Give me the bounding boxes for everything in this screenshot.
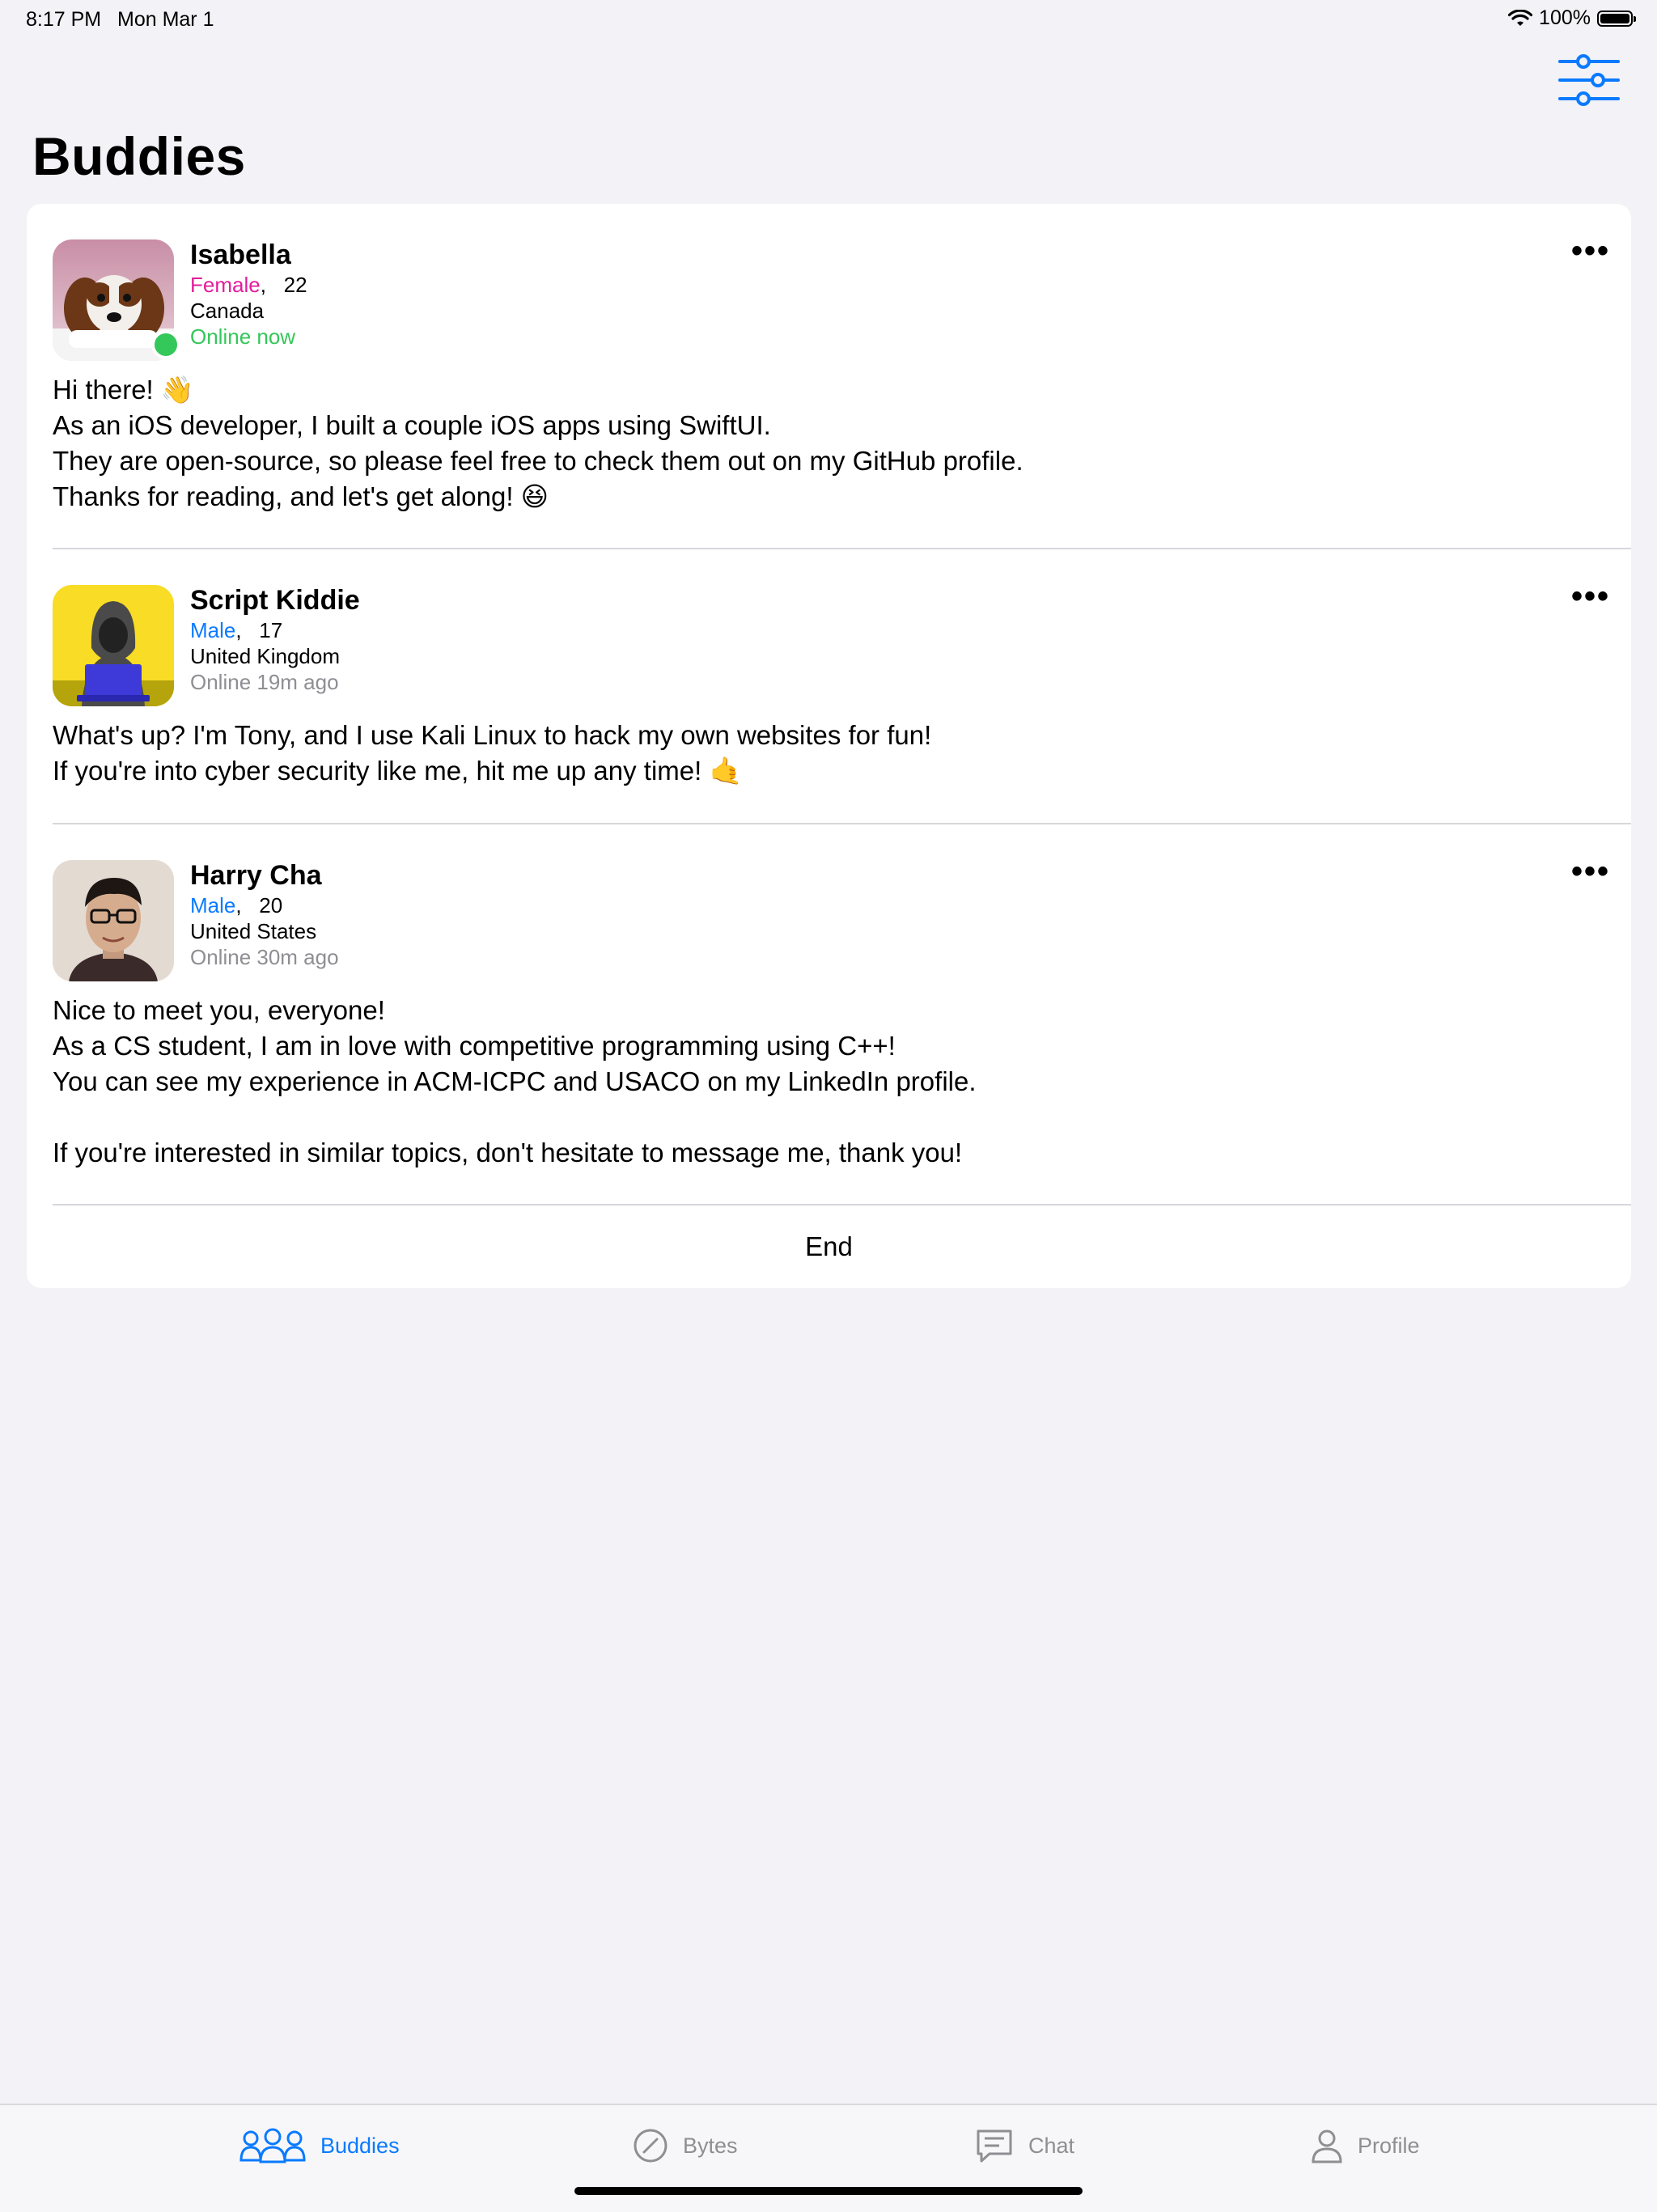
buddy-gender: Male bbox=[190, 618, 236, 642]
status-bar: 8:17 PM Mon Mar 1 100% bbox=[0, 0, 1657, 37]
buddy-bio: Nice to meet you, everyone! As a CS stud… bbox=[53, 995, 977, 1167]
buddy-gender-age: Female, 22 bbox=[190, 273, 307, 297]
more-options-button[interactable]: ••• bbox=[1571, 855, 1610, 888]
buddy-age: 22 bbox=[283, 273, 307, 297]
buddy-name[interactable]: Harry Cha bbox=[190, 860, 322, 892]
more-options-button[interactable]: ••• bbox=[1571, 580, 1610, 612]
status-indicators: 100% bbox=[1508, 6, 1636, 30]
buddy-gender-age: Male, 20 bbox=[190, 893, 283, 917]
avatar[interactable] bbox=[53, 585, 174, 706]
people-icon bbox=[239, 2128, 306, 2163]
status-date: Mon Mar 1 bbox=[117, 8, 214, 31]
divider bbox=[53, 1204, 1631, 1206]
buddy-gender-age: Male, 17 bbox=[190, 618, 283, 642]
buddy-age: 20 bbox=[259, 893, 283, 917]
page-title: Buddies bbox=[32, 126, 246, 186]
divider bbox=[53, 548, 1631, 549]
avatar[interactable] bbox=[53, 860, 174, 981]
tab-label: Profile bbox=[1358, 2133, 1420, 2158]
battery-percent: 100% bbox=[1539, 6, 1591, 29]
tab-label: Bytes bbox=[683, 2133, 738, 2158]
tab-chat[interactable]: Chat bbox=[975, 2128, 1074, 2163]
buddy-country: United Kingdom bbox=[190, 644, 340, 668]
list-end-label: End bbox=[805, 1231, 853, 1261]
buddies-list: Isabella Female, 22 Canada Online now ••… bbox=[27, 204, 1631, 1288]
buddy-gender: Male bbox=[190, 893, 236, 917]
tab-buddies[interactable]: Buddies bbox=[239, 2128, 400, 2163]
filter-sliders-icon[interactable] bbox=[1557, 53, 1621, 107]
buddy-bio: What's up? I'm Tony, and I use Kali Linu… bbox=[53, 720, 932, 786]
buddy-status: Online 30m ago bbox=[190, 945, 339, 969]
compass-icon bbox=[634, 2129, 667, 2163]
tab-label: Buddies bbox=[320, 2133, 400, 2158]
chat-bubble-icon bbox=[977, 2129, 1012, 2163]
buddy-bio: Hi there! 👋 As an iOS developer, I built… bbox=[53, 375, 1023, 511]
home-indicator[interactable] bbox=[574, 2187, 1083, 2195]
buddy-country: Canada bbox=[190, 299, 265, 323]
buddy-name[interactable]: Script Kiddie bbox=[190, 585, 360, 617]
tab-bar: Buddies Bytes Chat Profile bbox=[0, 2104, 1657, 2212]
divider bbox=[53, 823, 1631, 824]
person-icon bbox=[1312, 2129, 1342, 2163]
buddy-gender: Female bbox=[190, 273, 261, 297]
tab-bytes[interactable]: Bytes bbox=[633, 2128, 738, 2163]
online-indicator bbox=[151, 330, 180, 359]
tab-profile[interactable]: Profile bbox=[1311, 2128, 1420, 2163]
wifi-icon bbox=[1508, 9, 1533, 26]
tab-label: Chat bbox=[1028, 2133, 1075, 2158]
more-options-button[interactable]: ••• bbox=[1571, 235, 1610, 267]
buddy-country: United States bbox=[190, 919, 317, 943]
battery-icon bbox=[1597, 10, 1636, 27]
status-time: 8:17 PM bbox=[26, 8, 102, 31]
buddy-name[interactable]: Isabella bbox=[190, 239, 291, 271]
buddy-status: Online 19m ago bbox=[190, 670, 339, 694]
buddy-status: Online now bbox=[190, 324, 296, 349]
buddy-age: 17 bbox=[259, 618, 283, 642]
